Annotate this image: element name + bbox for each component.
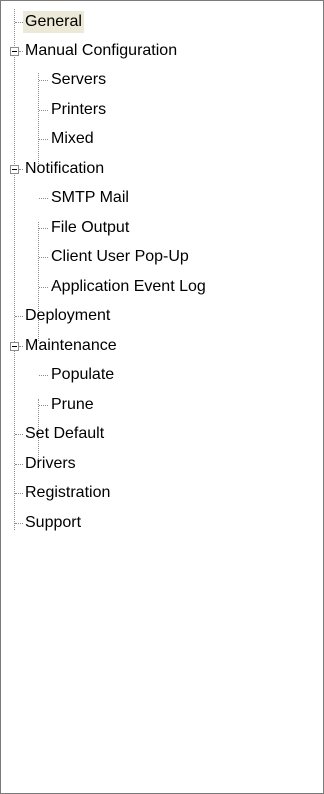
tree-item-notification[interactable]: Notification bbox=[1, 156, 321, 182]
tree-branch-line bbox=[39, 198, 48, 199]
tree-branch-line bbox=[15, 316, 23, 317]
tree-item-populate[interactable]: Populate bbox=[1, 362, 321, 388]
tree-item-label: Maintenance bbox=[25, 337, 117, 354]
tree-branch-line bbox=[15, 464, 23, 465]
collapse-icon[interactable] bbox=[10, 342, 19, 351]
tree-item-set-default[interactable]: Set Default bbox=[1, 421, 321, 447]
tree-branch-line bbox=[39, 287, 48, 288]
tree-item-printers[interactable]: Printers bbox=[1, 97, 321, 123]
tree-branch-line bbox=[39, 139, 48, 140]
tree-item-file-output[interactable]: File Output bbox=[1, 215, 321, 241]
tree-item-label: Support bbox=[25, 514, 82, 531]
tree-item-manual-configuration[interactable]: Manual Configuration bbox=[1, 38, 321, 64]
tree-item-registration[interactable]: Registration bbox=[1, 480, 321, 506]
tree-branch-line bbox=[39, 228, 48, 229]
tree-item-servers[interactable]: Servers bbox=[1, 67, 321, 93]
tree-item-label: Application Event Log bbox=[51, 278, 206, 295]
tree-branch-line bbox=[15, 523, 23, 524]
collapse-icon[interactable] bbox=[10, 47, 19, 56]
tree-branch-line bbox=[39, 375, 48, 376]
tree-item-prune[interactable]: Prune bbox=[1, 392, 321, 418]
tree-item-label: Registration bbox=[25, 484, 111, 501]
tree-item-maintenance[interactable]: Maintenance bbox=[1, 333, 321, 359]
tree-item-label: Printers bbox=[51, 101, 107, 118]
tree-item-general[interactable]: General bbox=[1, 9, 321, 35]
tree-item-label: Servers bbox=[51, 71, 107, 88]
options-tree-panel: General Manual Configuration Servers Pri… bbox=[0, 0, 324, 794]
tree-item-label: Notification bbox=[25, 160, 105, 177]
tree-item-label: Mixed bbox=[51, 130, 94, 147]
tree-item-client-user-popup[interactable]: Client User Pop-Up bbox=[1, 244, 321, 270]
tree-item-label: Deployment bbox=[25, 307, 111, 324]
tree-item-label: General bbox=[23, 11, 84, 33]
tree-item-deployment[interactable]: Deployment bbox=[1, 303, 321, 329]
tree-item-application-event-log[interactable]: Application Event Log bbox=[1, 274, 321, 300]
collapse-icon[interactable] bbox=[10, 165, 19, 174]
tree-branch-line bbox=[39, 110, 48, 111]
tree-branch-line bbox=[15, 22, 23, 23]
tree-item-label: Set Default bbox=[25, 425, 105, 442]
tree-item-support[interactable]: Support bbox=[1, 510, 321, 536]
tree-branch-line bbox=[39, 80, 48, 81]
tree-item-label: Manual Configuration bbox=[25, 42, 178, 59]
tree-item-label: File Output bbox=[51, 219, 130, 236]
tree-item-label: Prune bbox=[51, 396, 94, 413]
tree-branch-line bbox=[15, 493, 23, 494]
tree-item-label: Populate bbox=[51, 366, 115, 383]
tree-branch-line bbox=[39, 405, 48, 406]
tree-branch-line bbox=[15, 434, 23, 435]
tree-item-label: SMTP Mail bbox=[51, 189, 129, 206]
tree-item-mixed[interactable]: Mixed bbox=[1, 126, 321, 152]
tree-item-drivers[interactable]: Drivers bbox=[1, 451, 321, 477]
tree-item-label: Client User Pop-Up bbox=[51, 248, 189, 265]
tree-item-smtp-mail[interactable]: SMTP Mail bbox=[1, 185, 321, 211]
tree-branch-line bbox=[39, 257, 48, 258]
tree-item-label: Drivers bbox=[25, 455, 76, 472]
